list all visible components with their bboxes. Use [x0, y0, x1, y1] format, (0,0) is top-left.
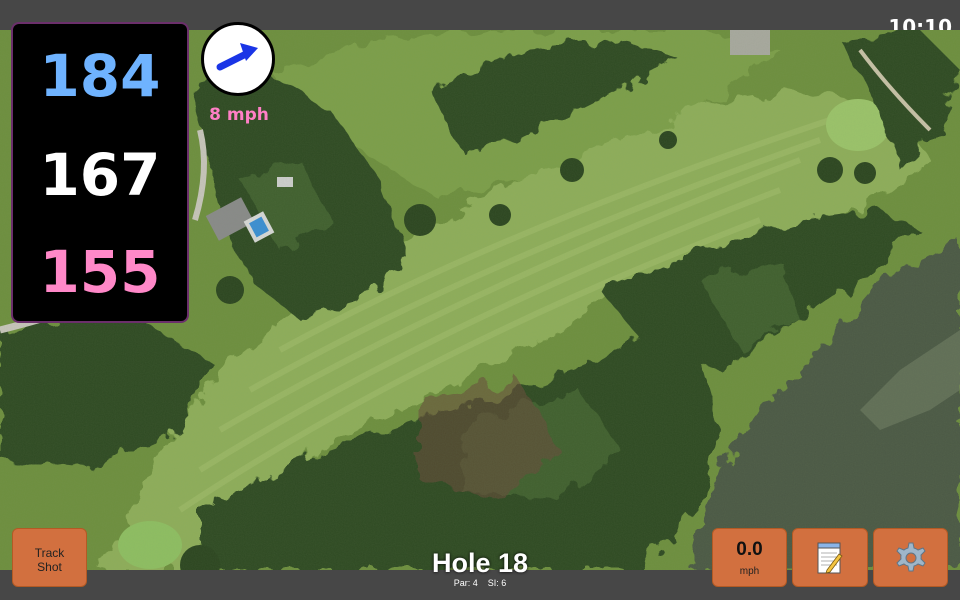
- wind-direction-arrow-icon: [216, 43, 258, 71]
- hole-par: Par: 4: [453, 578, 478, 588]
- wind-dial: [201, 22, 275, 96]
- notes-button[interactable]: [792, 528, 868, 587]
- gear-icon: [895, 542, 926, 571]
- settings-button[interactable]: [873, 528, 948, 587]
- track-shot-label-line1: Track: [34, 546, 65, 560]
- hole-stroke-index: SI: 6: [487, 578, 507, 588]
- distance-front: 155: [39, 238, 161, 306]
- track-shot-button[interactable]: Track Shot: [12, 528, 87, 587]
- notepad-icon: [817, 542, 843, 574]
- track-shot-label-line2: Shot: [37, 560, 62, 574]
- distance-middle: 167: [39, 141, 161, 209]
- distance-back: 184: [39, 42, 161, 110]
- hole-info: Par: 4 SI: 6: [380, 578, 580, 588]
- distance-panel: 184 167 155: [11, 22, 189, 323]
- hole-title: Hole 18: [431, 548, 529, 578]
- speed-button[interactable]: 0.0 mph: [712, 528, 787, 587]
- speed-unit: mph: [739, 566, 760, 577]
- wind-speed-label: 8 mph: [209, 105, 269, 125]
- speed-value: 0.0: [736, 539, 763, 560]
